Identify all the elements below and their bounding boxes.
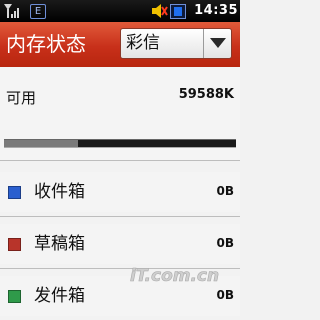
drafts-color-icon [8,238,21,251]
memory-usage-bar [4,139,236,148]
divider [0,160,240,161]
chevron-down-icon [210,38,226,48]
outbox-color-icon [8,290,21,303]
mute-icon [152,4,168,18]
folder-name: 草稿箱 [34,234,85,254]
available-label: 可用 [6,89,37,107]
battery-icon [170,4,186,19]
title-bar: 内存状态 彩信 [0,22,240,67]
svg-text:iT.com.cn: iT.com.cn [130,266,219,286]
usage-bar-row [0,125,240,160]
available-memory-row: 可用 59588K [0,67,240,125]
folder-row-inbox[interactable]: 收件箱 0B [0,172,240,212]
folder-size: 0B [216,288,235,302]
inbox-color-icon [8,186,21,199]
divider [0,216,240,217]
page-title: 内存状态 [6,32,86,56]
available-value: 59588K [178,87,234,102]
folder-size: 0B [216,184,235,198]
folder-row-drafts[interactable]: 草稿箱 0B [0,224,240,264]
dropdown-selected-value: 彩信 [126,33,160,53]
memory-usage-fill [4,140,79,147]
message-type-dropdown[interactable]: 彩信 [120,28,232,59]
status-bar: E 14:35 [0,0,240,22]
network-e-icon: E [30,4,46,19]
folder-name: 发件箱 [34,286,85,306]
folder-size: 0B [216,236,235,250]
dropdown-toggle-button[interactable] [203,29,231,58]
clock: 14:35 [194,3,238,18]
folder-name: 收件箱 [34,182,85,202]
signal-icon [4,4,19,18]
watermark-logo: iT.com.cn [130,266,219,286]
